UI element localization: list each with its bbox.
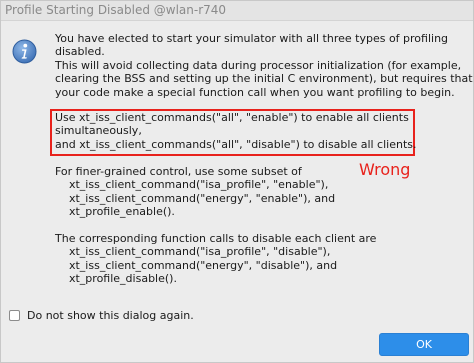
finegrain-line: xt_profile_enable().	[55, 205, 175, 219]
finegrain-line: xt_iss_client_command("isa_profile", "en…	[55, 178, 329, 192]
ok-button[interactable]: OK	[379, 333, 469, 356]
intro-line: your code make a special function call w…	[55, 85, 455, 99]
disable-line: xt_profile_disable().	[55, 272, 177, 286]
highlighted-line: simultaneously,	[55, 124, 142, 138]
disable-line: The corresponding function calls to disa…	[55, 232, 377, 245]
dont-show-checkbox[interactable]	[9, 309, 20, 321]
intro-line: clearing the BSS and setting up the init…	[55, 72, 473, 86]
disable-text: The corresponding function calls to disa…	[55, 232, 376, 286]
intro-line: disabled.	[55, 45, 105, 59]
window-title: Profile Starting Disabled @wlan-r740	[5, 3, 227, 17]
profile-dialog: Profile Starting Disabled @wlan-r740 You…	[0, 0, 474, 363]
dont-show-row[interactable]: Do not show this dialog again.	[9, 307, 194, 323]
title-bar[interactable]: Profile Starting Disabled @wlan-r740	[1, 1, 473, 21]
disable-line: xt_iss_client_command("energy", "disable…	[55, 258, 338, 272]
finegrain-line: xt_iss_client_command("energy", "enable"…	[55, 191, 336, 205]
intro-line: You have elected to start your simulator…	[55, 32, 449, 45]
intro-line: This will avoid collecting data during p…	[55, 58, 462, 72]
highlighted-line: and xt_iss_client_commands("all", "disab…	[55, 137, 417, 151]
intro-text: You have elected to start your simulator…	[55, 32, 473, 99]
disable-line: xt_iss_client_command("isa_profile", "di…	[55, 245, 331, 259]
finegrain-text: For finer-grained control, use some subs…	[55, 165, 335, 219]
highlighted-text: Use xt_iss_client_commands("all", "enabl…	[55, 111, 417, 151]
dont-show-label[interactable]: Do not show this dialog again.	[27, 309, 194, 322]
info-icon	[12, 39, 37, 64]
wrong-annotation: Wrong	[359, 160, 411, 179]
highlighted-line: Use xt_iss_client_commands("all", "enabl…	[55, 111, 409, 124]
finegrain-line: For finer-grained control, use some subs…	[55, 165, 302, 178]
